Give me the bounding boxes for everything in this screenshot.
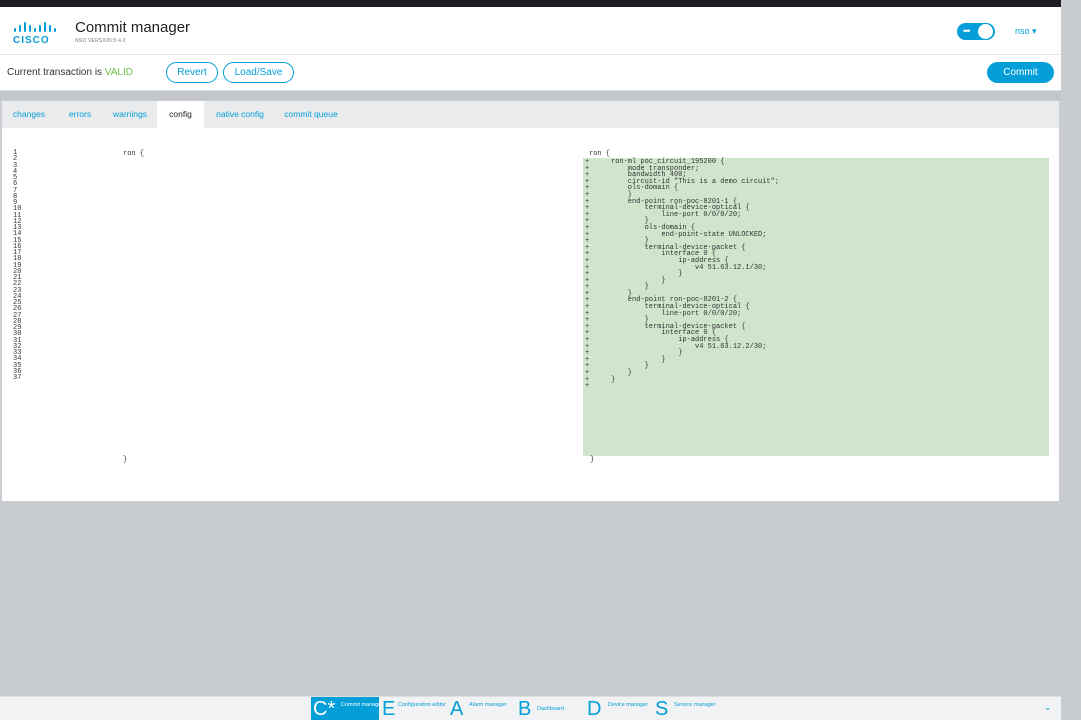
- commit-manager-icon: C*: [313, 698, 336, 720]
- nav-configuration-editor[interactable]: E Configuration editor: [380, 697, 446, 720]
- commit-panel: changes errors warnings config native co…: [2, 101, 1059, 501]
- tab-warnings[interactable]: warnings: [105, 101, 155, 128]
- device-manager-icon: D: [587, 698, 602, 720]
- tab-config[interactable]: config: [157, 101, 204, 128]
- tab-bar: changes errors warnings config native co…: [2, 101, 1059, 128]
- page-title: Commit manager: [75, 19, 191, 36]
- revert-button[interactable]: Revert: [166, 62, 218, 83]
- logo-text: CISCO: [13, 35, 50, 46]
- nav-label: Alarm manager: [469, 702, 507, 708]
- line-numbers: 1 2 3 4 5 6 7 8 9 10 11 12 13 14 15 16 1…: [13, 149, 22, 382]
- nav-label: Service manager: [674, 702, 716, 708]
- nav-commit-manager[interactable]: C* Commit manager: [311, 697, 383, 720]
- nav-service-manager[interactable]: S Service manager: [653, 697, 717, 720]
- right-config-open: ron {: [589, 150, 611, 158]
- tab-native-config[interactable]: native config: [208, 101, 272, 128]
- config-diff-view: 1 2 3 4 5 6 7 8 9 10 11 12 13 14 15 16 1…: [2, 128, 1059, 501]
- commit-button[interactable]: Commit: [987, 62, 1054, 83]
- added-markers: + + + + + + + + + + + + + + + + + + + + …: [585, 158, 590, 391]
- theme-toggle[interactable]: •••: [957, 23, 995, 40]
- toggle-dots-icon: •••: [963, 26, 971, 36]
- workspace-divider: [0, 91, 1061, 100]
- nav-label: Dashboard: [537, 706, 564, 712]
- tab-changes[interactable]: changes: [6, 101, 52, 128]
- user-menu[interactable]: nso ▾: [1015, 26, 1037, 37]
- alarm-manager-icon: A: [450, 698, 464, 720]
- left-config-open: ron {: [123, 150, 145, 158]
- background-area: [0, 501, 1061, 696]
- figure-code: 521934: [1063, 660, 1081, 720]
- nav-label: Configuration editor: [398, 702, 447, 708]
- added-config-block: + + + + + + + + + + + + + + + + + + + + …: [583, 158, 1049, 456]
- cisco-logo: CISCO: [12, 18, 56, 46]
- nav-device-manager[interactable]: D Device manager: [585, 697, 648, 720]
- load-save-button[interactable]: Load/Save: [223, 62, 294, 83]
- service-manager-icon: S: [655, 698, 669, 720]
- toggle-knob: [978, 24, 993, 39]
- transaction-status-value: VALID: [104, 67, 133, 78]
- left-config-close: }: [123, 456, 128, 464]
- app-header: CISCO Commit manager NSO VERSION:5.4.2 •…: [0, 7, 1061, 55]
- browser-top-strip: [0, 0, 1061, 7]
- transaction-bar: Current transaction is VALID Revert Load…: [0, 55, 1061, 91]
- nav-dashboard[interactable]: B Dashboard: [516, 697, 578, 720]
- version-label: NSO VERSION:5.4.2: [75, 38, 126, 44]
- configuration-editor-icon: E: [382, 698, 396, 720]
- nav-alarm-manager[interactable]: A Alarm manager: [448, 697, 510, 720]
- tab-commit-queue[interactable]: commit queue: [278, 101, 344, 128]
- right-config-close: }: [590, 456, 595, 464]
- transaction-status: Current transaction is VALID: [7, 67, 133, 78]
- nav-label: Device manager: [608, 702, 649, 708]
- bottom-navigation: C* Commit manager E Configuration editor…: [0, 696, 1061, 720]
- added-config-code: ron-ml poc_circuit_195200 { mode transpo…: [611, 158, 780, 384]
- transaction-status-prefix: Current transaction is: [7, 67, 105, 78]
- dashboard-icon: B: [518, 698, 532, 720]
- tab-errors[interactable]: errors: [58, 101, 102, 128]
- chevron-down-icon[interactable]: ⌄: [1044, 702, 1052, 713]
